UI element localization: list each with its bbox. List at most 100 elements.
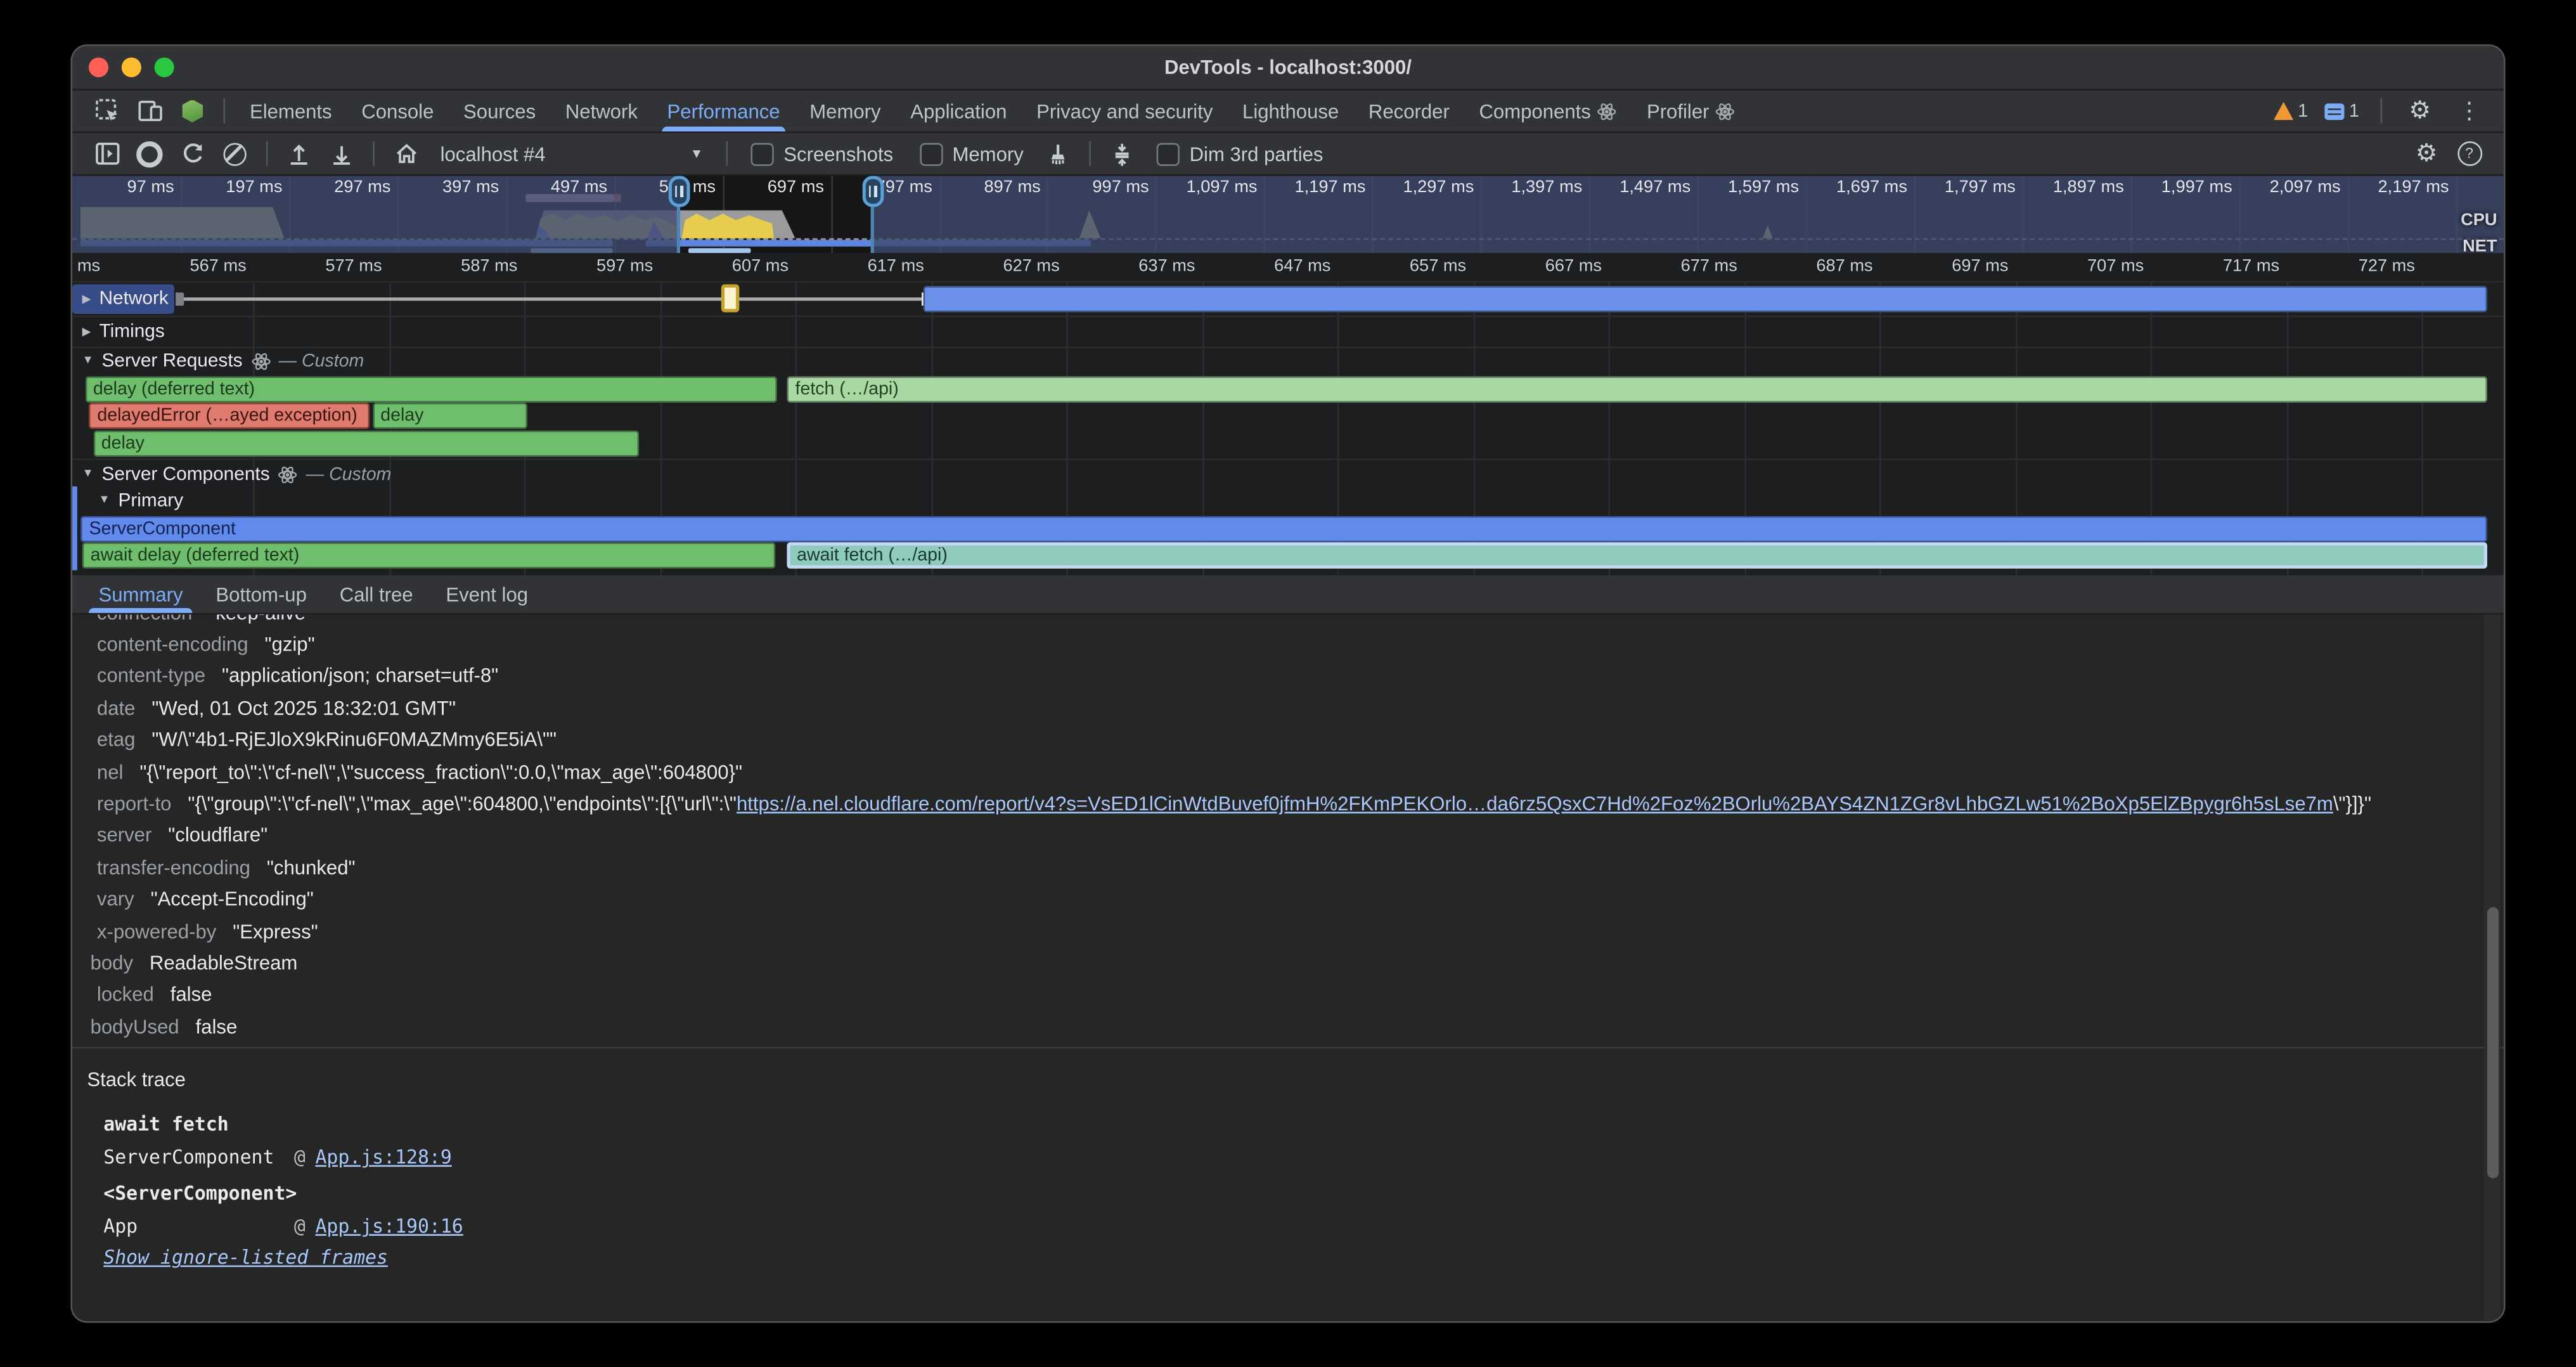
scrollbar-thumb[interactable] (2487, 907, 2498, 1179)
zoom-window-button[interactable] (155, 58, 174, 77)
save-profile-icon[interactable] (325, 137, 358, 170)
tab-network[interactable]: Network (550, 91, 652, 132)
track-header-server-components[interactable]: ▼Server Components — Custom (82, 460, 392, 488)
dim-3rd-parties-checkbox[interactable]: Dim 3rd parties (1157, 142, 1323, 165)
tab-privacy-and-security[interactable]: Privacy and security (1022, 91, 1228, 132)
property-key: server (97, 824, 151, 847)
network-candystripe-event[interactable] (722, 284, 740, 312)
property-row: etag"W/\"4b1-RjEJloX9kRinu6F0MAZMmy6E5iA… (72, 724, 2504, 756)
overview-tick-label: 1,297 ms (1362, 178, 1474, 199)
dim-3rd-parties-label: Dim 3rd parties (1190, 142, 1323, 165)
tab-recorder[interactable]: Recorder (1354, 91, 1465, 132)
scrollbar[interactable] (2484, 614, 2501, 1323)
details-tab-call-tree[interactable]: Call tree (323, 575, 430, 613)
property-value: "gzip" (264, 633, 314, 656)
warnings-badge[interactable]: 1 (2269, 101, 2313, 120)
issues-badge[interactable]: 1 (2319, 101, 2364, 120)
timeline-bar-delay[interactable]: delay (372, 403, 527, 429)
property-value: "{\"report_to\":\"cf-nel\",\"success_fra… (139, 760, 742, 783)
subtrack-header-primary[interactable]: ▼Primary (99, 486, 184, 514)
timeline-bar-delay[interactable]: delay (93, 430, 640, 456)
memory-checkbox[interactable]: Memory (920, 142, 1024, 165)
divider (266, 141, 268, 166)
more-menu-icon[interactable]: ⋮ (2454, 96, 2484, 126)
tab-profiler[interactable]: Profiler (1632, 91, 1751, 132)
home-icon[interactable] (389, 137, 422, 170)
device-toolbar-icon[interactable] (135, 96, 165, 126)
tab-memory[interactable]: Memory (795, 91, 896, 132)
timeline-bar-await-fetch-api-[interactable]: await fetch (…/api) (787, 542, 2488, 568)
stack-frame-function: App (103, 1210, 294, 1243)
timeline-bar-fetch-api-[interactable]: fetch (…/api) (787, 375, 2488, 401)
property-row: content-encoding"gzip" (72, 628, 2504, 660)
source-location-link[interactable]: App.js:190:16 (315, 1215, 463, 1238)
clear-recording-button[interactable] (219, 137, 252, 170)
timeline-bar-delayederror-ayed-exception-[interactable]: delayedError (…ayed exception) (89, 403, 370, 429)
tab-components[interactable]: Components (1464, 91, 1632, 132)
network-request-bar[interactable] (924, 285, 2489, 311)
collect-garbage-icon[interactable] (1041, 137, 1074, 170)
ruler-tick-label: 637 ms (1077, 256, 1195, 276)
track-separator (72, 458, 2504, 460)
property-value: "{\"group\":\"cf-nel\",\"max_age\":60480… (188, 792, 2371, 815)
server-components-group-strip (72, 486, 77, 570)
divider (223, 99, 225, 124)
ruler-tick-label: 707 ms (2026, 256, 2144, 276)
source-location-link[interactable]: App.js:128:9 (315, 1146, 451, 1169)
tab-sources[interactable]: Sources (449, 91, 551, 132)
tab-label: Recorder (1368, 100, 1450, 122)
overview-tick-label: 1,697 ms (1796, 178, 1907, 199)
track-header-timings[interactable]: ▶Timings (82, 316, 165, 347)
record-button[interactable] (133, 137, 166, 170)
overview-network-bar (688, 247, 750, 253)
stack-frame: ServerComponent@App.js:128:9 (103, 1141, 2504, 1174)
show-ignore-listed-frames-link[interactable]: Show ignore-listed frames (87, 1243, 2504, 1269)
selection-handle-right[interactable] (861, 176, 883, 207)
throttling-icon[interactable] (1105, 137, 1138, 170)
tab-performance[interactable]: Performance (652, 91, 795, 132)
overview-tick-label: 1,497 ms (1579, 178, 1690, 199)
load-profile-icon[interactable] (283, 137, 316, 170)
timeline-bar-delay-deferred-text-[interactable]: delay (deferred text) (85, 375, 778, 401)
timeline-bar-servercomponent[interactable]: ServerComponent (81, 515, 2488, 541)
reload-and-record-button[interactable] (176, 137, 209, 170)
timeline-ruler: ms567 ms577 ms587 ms597 ms607 ms617 ms62… (72, 253, 2504, 283)
toggle-sidebar-icon[interactable] (91, 137, 124, 170)
stack-frame-at: @ (294, 1215, 306, 1238)
minimize-window-button[interactable] (122, 58, 141, 77)
custom-track-suffix: — Custom (279, 351, 364, 370)
history-select[interactable]: localhost #4 ▼ (434, 142, 709, 165)
details-tab-summary[interactable]: Summary (82, 575, 200, 613)
tab-application[interactable]: Application (896, 91, 1022, 132)
track-header-network[interactable]: ▶Network (82, 283, 169, 314)
track-header-server-requests[interactable]: ▼Server Requests — Custom (82, 347, 364, 375)
timeline-overview[interactable]: 97 ms197 ms297 ms397 ms497 ms597 ms697 m… (72, 176, 2504, 253)
capture-settings-gear-icon[interactable]: ⚙ (2410, 137, 2443, 170)
property-value: "Accept-Encoding" (151, 888, 314, 910)
inspect-element-icon[interactable] (92, 96, 122, 126)
selection-handle-left[interactable] (668, 176, 690, 207)
tab-console[interactable]: Console (347, 91, 449, 132)
screenshots-checkbox[interactable]: Screenshots (750, 142, 893, 165)
property-value: ReadableStream (150, 952, 297, 975)
details-tab-event-log[interactable]: Event log (429, 575, 544, 613)
details-tab-bottom-up[interactable]: Bottom-up (199, 575, 323, 613)
tab-elements[interactable]: Elements (235, 91, 347, 132)
property-key: etag (97, 729, 136, 751)
tab-label: Lighthouse (1242, 100, 1339, 122)
help-icon[interactable]: ? (2453, 137, 2486, 170)
tab-label: Privacy and security (1036, 100, 1213, 122)
settings-gear-icon[interactable]: ⚙ (2405, 96, 2435, 126)
property-key: connection (97, 614, 192, 624)
close-window-button[interactable] (89, 58, 108, 77)
memory-label: Memory (952, 142, 1023, 165)
property-value: "chunked" (267, 856, 356, 879)
property-key: bodyUsed (91, 1015, 179, 1038)
ruler-tick-label: 667 ms (1483, 256, 1602, 276)
timeline-bar-await-delay-deferred-text-[interactable]: await delay (deferred text) (82, 542, 775, 568)
tab-lighthouse[interactable]: Lighthouse (1228, 91, 1354, 132)
extension-gem-icon[interactable] (177, 96, 207, 126)
track-drag-grip[interactable] (176, 292, 184, 305)
report-url-link[interactable]: https://a.nel.cloudflare.com/report/v4?s… (737, 792, 2333, 815)
divider (1089, 141, 1091, 166)
